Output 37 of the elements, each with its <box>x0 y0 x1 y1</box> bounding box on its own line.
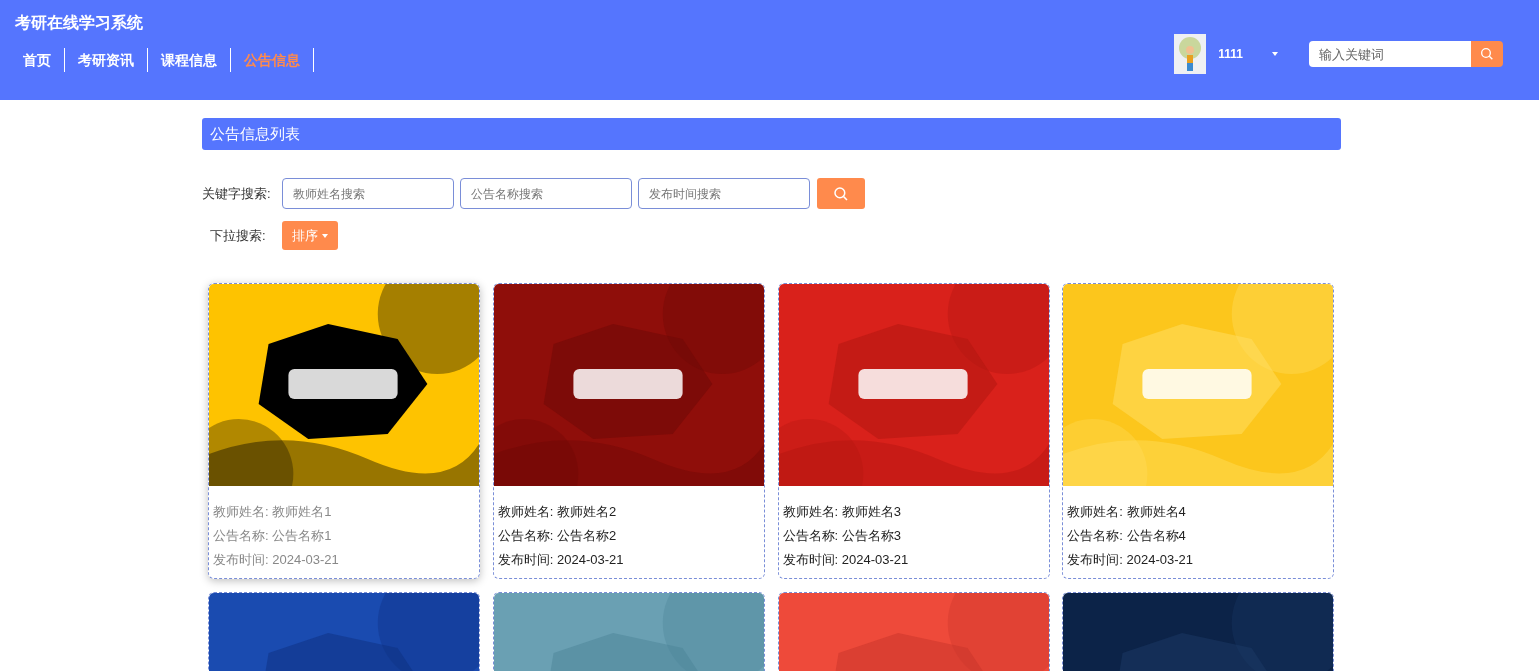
search-field[interactable]: 教师姓名搜索 <box>282 178 454 209</box>
search-icon <box>1479 46 1495 62</box>
caret-icon <box>322 233 328 238</box>
card-field: 公告名称: 公告名称3 <box>782 524 1045 548</box>
notice-card[interactable]: 教师姓名: 教师姓名3 公告名称: 公告名称3 发布时间: 2024-03-21 <box>777 283 1050 579</box>
nav-link[interactable]: 考研资讯 <box>65 48 148 72</box>
search-button[interactable] <box>1471 41 1503 67</box>
person-icon <box>1177 36 1204 72</box>
dropdown-label: 下拉搜索: <box>209 226 267 245</box>
card-field: 教师姓名: 教师姓名3 <box>782 500 1045 524</box>
search-field[interactable]: 公告名称搜索 <box>460 178 632 209</box>
search-field[interactable]: 输入关键词 <box>1309 41 1471 67</box>
user-name: 1111 <box>1218 46 1243 63</box>
notice-card[interactable]: 教师姓名: 教师姓名2 公告名称: 公告名称2 发布时间: 2024-03-21 <box>492 283 765 579</box>
card-field: 教师姓名: 教师姓名2 <box>497 500 760 524</box>
card-field: 公告名称: 公告名称1 <box>213 524 475 548</box>
caret-icon[interactable] <box>1271 51 1279 57</box>
search-button[interactable] <box>817 178 865 209</box>
card-field: 发布时间: 2024-03-21 <box>1067 548 1330 572</box>
notice-card[interactable]: 教师姓名: 教师姓名4 公告名称: 公告名称4 发布时间: 2024-03-21 <box>1062 283 1335 579</box>
nav-link[interactable]: 首页 <box>23 48 65 72</box>
site-title: 考研在线学习系统 <box>15 13 144 33</box>
search-field[interactable]: 发布时间搜索 <box>638 178 810 209</box>
avatar[interactable] <box>1174 34 1207 74</box>
card-field: 公告名称: 公告名称2 <box>497 524 760 548</box>
section-header: 公告信息列表 <box>202 118 1341 150</box>
card-field: 发布时间: 2024-03-21 <box>497 548 760 572</box>
search-icon <box>832 184 850 203</box>
card-field: 教师姓名: 教师姓名4 <box>1067 500 1330 524</box>
nav-link[interactable]: 课程信息 <box>148 48 231 72</box>
notice-card[interactable]: 教师姓名: 教师姓名1 公告名称: 公告名称1 发布时间: 2024-03-21 <box>208 283 480 579</box>
sort-dropdown[interactable]: 排序 <box>282 221 338 250</box>
card-field: 教师姓名: 教师姓名1 <box>213 500 475 524</box>
card-field: 发布时间: 2024-03-21 <box>213 548 475 572</box>
keyword-label: 关键字搜索: <box>202 184 272 203</box>
card-field: 发布时间: 2024-03-21 <box>782 548 1045 572</box>
card-field: 公告名称: 公告名称4 <box>1067 524 1330 548</box>
